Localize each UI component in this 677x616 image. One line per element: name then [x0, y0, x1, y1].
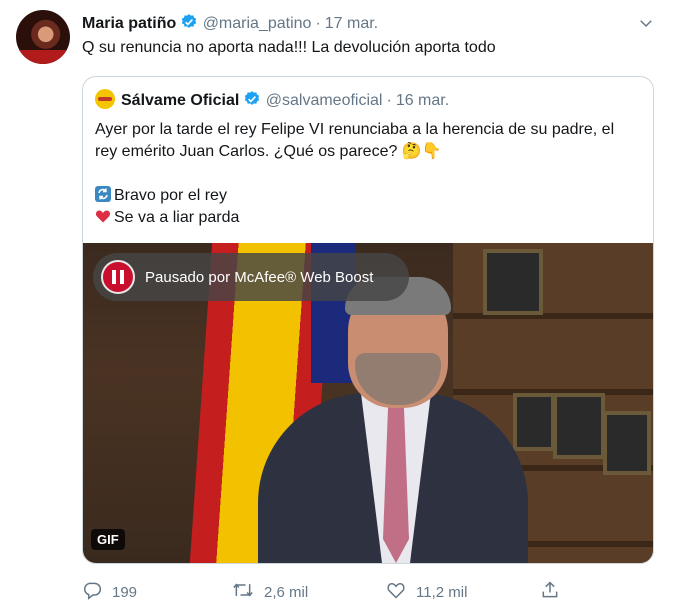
quoted-text-line: [95, 163, 643, 185]
option-liar-text: Se va a liar parda: [114, 209, 240, 226]
reply-button[interactable]: 199: [82, 580, 137, 604]
gif-media[interactable]: Pausado por McAfee® Web Boost GIF: [83, 243, 653, 563]
mcafee-paused-overlay[interactable]: Pausado por McAfee® Web Boost: [93, 253, 409, 301]
quoted-text: Ayer por la tarde el rey Felipe VI renun…: [95, 119, 643, 229]
tweet-header: Maria patiño @maria_patino · 17 mar.: [82, 13, 378, 36]
photo-frame: [553, 393, 605, 459]
mcafee-overlay-text: Pausado por McAfee® Web Boost: [145, 268, 374, 286]
reply-count: 199: [112, 583, 138, 601]
retweet-button[interactable]: 2,6 mil: [232, 580, 308, 604]
chevron-down-icon[interactable]: [637, 14, 655, 32]
quoted-option-bravo: Bravo por el rey: [95, 185, 643, 207]
quoted-option-liar: Se va a liar parda: [95, 207, 643, 229]
separator: ·: [386, 92, 392, 109]
verified-badge-icon: [243, 90, 261, 113]
verified-badge-icon: [180, 13, 198, 36]
quoted-avatar: [95, 89, 115, 109]
gif-badge: GIF: [91, 529, 125, 550]
retweet-count: 2,6 mil: [264, 583, 309, 601]
retweet-icon: [232, 580, 264, 604]
quoted-tweet[interactable]: Sálvame Oficial @salvameoficial · 16 mar. …: [82, 76, 654, 564]
photo-frame: [513, 393, 555, 451]
quoted-text-line: rey emérito Juan Carlos. ¿Qué os parece?…: [95, 143, 442, 160]
option-bravo-text: Bravo por el rey: [114, 187, 227, 204]
red-heart-icon: [95, 208, 111, 224]
photo-frame: [603, 411, 651, 475]
quoted-header: Sálvame Oficial @salvameoficial · 16 mar.: [95, 89, 449, 113]
tweet-actions: 199 2,6 mil 11,2 mil: [82, 580, 662, 606]
separator: ·: [315, 15, 321, 32]
photo-frame: [483, 249, 543, 315]
quoted-text-line: Ayer por la tarde el rey Felipe VI renun…: [95, 121, 615, 138]
like-icon: [386, 580, 416, 604]
like-count: 11,2 mil: [416, 583, 468, 601]
pause-icon[interactable]: [101, 260, 135, 294]
counterclockwise-arrows-icon: [95, 186, 111, 202]
avatar[interactable]: [16, 10, 70, 64]
tweet-date[interactable]: 17 mar.: [325, 15, 378, 32]
tweet-text: Q su renuncia no aporta nada!!! La devol…: [82, 39, 496, 56]
quoted-date: 16 mar.: [395, 92, 450, 109]
quoted-handle: @salvameoficial: [265, 92, 383, 109]
author-name[interactable]: Maria patiño: [82, 15, 176, 32]
author-handle[interactable]: @maria_patino: [203, 15, 312, 32]
share-button[interactable]: [540, 580, 570, 604]
quoted-author-name: Sálvame Oficial: [121, 92, 240, 109]
reply-icon: [82, 580, 112, 604]
like-button[interactable]: 11,2 mil: [386, 580, 467, 604]
share-icon: [540, 580, 570, 604]
